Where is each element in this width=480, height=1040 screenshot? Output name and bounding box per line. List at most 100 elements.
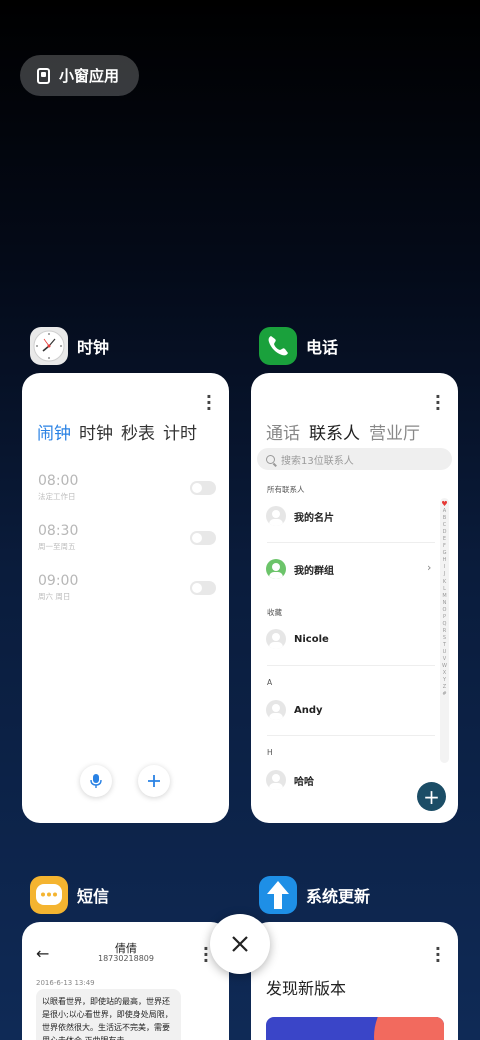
index-letter[interactable]: N (443, 600, 447, 607)
index-letter[interactable]: V (443, 656, 446, 663)
app-label-clock[interactable]: 时钟 (30, 327, 109, 365)
clock-app-icon (30, 327, 68, 365)
contact-name: Andy (294, 704, 323, 716)
contact-my-card[interactable]: 我的名片 (266, 506, 334, 526)
index-letter[interactable]: ♥ (441, 500, 447, 508)
contact-name: 我的群组 (294, 565, 334, 577)
section-all-contacts: 所有联系人 (267, 485, 305, 494)
divider (267, 665, 435, 666)
more-menu-icon[interactable]: · · · (203, 941, 209, 969)
index-letter[interactable]: J (444, 571, 445, 578)
app-label-system-update[interactable]: 系统更新 (259, 876, 370, 914)
add-alarm-button[interactable] (138, 765, 170, 797)
update-title: 发现新版本 (266, 979, 347, 998)
tab-clock[interactable]: 时钟 (79, 419, 113, 444)
phone-app-icon (259, 327, 297, 365)
section-h: H (267, 748, 273, 757)
messages-app-icon (30, 876, 68, 914)
index-letter[interactable]: R (443, 628, 446, 635)
contact-andy[interactable]: Andy (266, 700, 323, 720)
contact-search-input[interactable]: 搜索13位联系人 (257, 448, 452, 470)
app-name-system-update: 系统更新 (306, 887, 371, 906)
voice-alarm-button[interactable] (80, 765, 112, 797)
messages-app-card[interactable]: ← 倩倩 18730218809 · · · 2016-6-13 13:49 以眼看… (22, 922, 229, 1040)
index-letter[interactable]: Z (443, 684, 446, 691)
index-letter[interactable]: U (443, 649, 447, 656)
section-a: A (267, 678, 273, 687)
conversation-contact-number: 18730218809 (98, 954, 154, 963)
index-letter[interactable]: E (443, 536, 446, 543)
system-update-app-card[interactable]: · · · 发现新版本 (251, 922, 458, 1040)
tab-stopwatch[interactable]: 秒表 (121, 419, 155, 444)
microphone-icon (90, 774, 102, 788)
index-letter[interactable]: S (443, 635, 446, 642)
alarm-toggle[interactable] (190, 581, 216, 595)
floating-window-button[interactable]: 小窗应用 (20, 55, 139, 96)
tab-calls[interactable]: 通话 (266, 419, 300, 444)
plus-icon: + (423, 784, 440, 809)
app-name-phone: 电话 (306, 338, 339, 357)
index-letter[interactable]: X (443, 670, 446, 677)
index-letter[interactable]: D (443, 529, 447, 536)
index-letter[interactable]: B (443, 515, 446, 522)
tab-alarm[interactable]: 闹钟 (37, 419, 71, 444)
clock-tabs: 闹钟 时钟 秒表 计时 (37, 419, 197, 444)
divider (267, 542, 435, 543)
alarm-item[interactable]: 09:00 周六 周日 (38, 573, 216, 602)
contact-nicole[interactable]: Nicole (266, 629, 329, 649)
index-letter[interactable]: K (443, 579, 446, 586)
index-letter[interactable]: G (443, 550, 447, 557)
index-letter[interactable]: L (443, 586, 446, 593)
alphabet-index-scrollbar[interactable]: ♥ A B C D E F G H I J K L M N O P Q R S T U V W X Y Z # (440, 498, 449, 763)
alarm-toggle[interactable] (190, 481, 216, 495)
index-letter[interactable]: T (443, 642, 446, 649)
index-letter[interactable]: W (442, 663, 447, 670)
close-icon (232, 936, 248, 952)
alarm-item[interactable]: 08:30 周一至周五 (38, 523, 216, 552)
index-letter[interactable]: P (443, 614, 446, 621)
index-letter[interactable]: # (442, 691, 446, 698)
clock-app-card[interactable]: · · · 闹钟 时钟 秒表 计时 08:00 法定工作日 08:30 周一至周五 … (22, 373, 229, 823)
clear-all-button[interactable] (210, 914, 270, 974)
avatar (266, 506, 286, 526)
contact-name: Nicole (294, 633, 329, 645)
tab-contacts[interactable]: 联系人 (309, 419, 360, 444)
contact-name: 哈哈 (294, 776, 314, 788)
group-icon (266, 559, 286, 579)
index-letter[interactable]: I (444, 564, 445, 571)
app-label-messages[interactable]: 短信 (30, 876, 109, 914)
more-menu-icon[interactable]: · · · (435, 941, 441, 969)
phone-tabs: 通话 联系人 营业厅 (266, 419, 420, 444)
alarm-item[interactable]: 08:00 法定工作日 (38, 473, 216, 502)
index-letter[interactable]: Q (443, 621, 447, 628)
tab-service-hall[interactable]: 营业厅 (369, 419, 420, 444)
index-letter[interactable]: Y (443, 677, 446, 684)
add-contact-button[interactable]: + (417, 782, 446, 811)
alarm-toggle[interactable] (190, 531, 216, 545)
contact-name: 我的名片 (294, 512, 334, 524)
avatar (266, 770, 286, 790)
contact-haha[interactable]: 哈哈 (266, 770, 314, 790)
app-name-messages: 短信 (77, 887, 110, 906)
index-letter[interactable]: O (443, 607, 447, 614)
tab-timer[interactable]: 计时 (163, 419, 197, 444)
app-label-phone[interactable]: 电话 (259, 327, 338, 365)
alarm-repeat: 周六 周日 (38, 592, 71, 601)
system-update-app-icon (259, 876, 297, 914)
search-placeholder: 搜索13位联系人 (281, 455, 354, 467)
index-letter[interactable]: M (442, 593, 446, 600)
more-menu-icon[interactable]: · · · (435, 389, 441, 417)
more-menu-icon[interactable]: · · · (206, 389, 212, 417)
contact-my-groups[interactable]: 我的群组 (266, 559, 334, 579)
index-letter[interactable]: A (443, 508, 446, 515)
phone-app-card[interactable]: · · · 通话 联系人 营业厅 搜索13位联系人 所有联系人 我的名片 我的群组 … (251, 373, 458, 823)
index-letter[interactable]: C (443, 522, 447, 529)
plus-icon (148, 775, 160, 787)
index-letter[interactable]: F (443, 543, 446, 550)
chevron-right-icon: › (427, 561, 432, 574)
alarm-repeat: 法定工作日 (38, 492, 76, 501)
divider (267, 735, 435, 736)
search-icon (266, 454, 275, 464)
floating-window-label: 小窗应用 (59, 67, 120, 85)
index-letter[interactable]: H (443, 557, 447, 564)
